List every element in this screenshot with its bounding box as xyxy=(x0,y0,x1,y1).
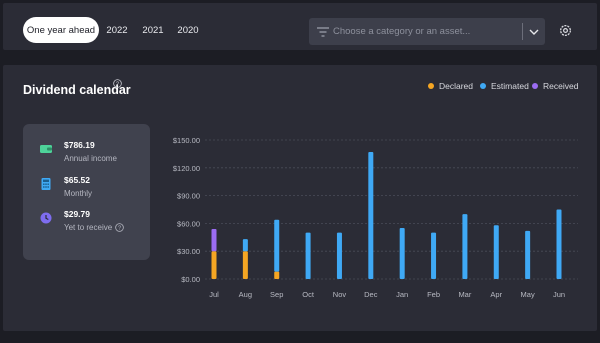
x-tick-label: Apr xyxy=(490,290,502,299)
x-tick-label: May xyxy=(521,290,535,299)
legend-estimated: Estimated xyxy=(480,81,529,91)
stat-monthly: $65.52 Monthly xyxy=(40,175,92,198)
stat-label: Yet to receive ? xyxy=(64,223,124,232)
chevron-down-icon[interactable] xyxy=(523,18,545,45)
bar-estimated-jun[interactable] xyxy=(556,209,562,280)
legend-label: Received xyxy=(543,81,579,91)
dividend-bar-chart: $0.00 $30.00 $60.00 $90.00 $120.00 $150.00 Jul… xyxy=(173,136,578,299)
bar-estimated-oct[interactable] xyxy=(305,232,311,279)
tab-one-year-ahead[interactable]: One year ahead xyxy=(23,17,99,43)
summary-card: $786.19 Annual income $65.52 Monthly $29… xyxy=(23,124,150,260)
bar-estimated-dec[interactable] xyxy=(368,152,374,279)
x-tick-label: Jan xyxy=(396,290,408,299)
x-tick-label: Mar xyxy=(458,290,471,299)
bar-estimated-nov[interactable] xyxy=(336,232,342,279)
stat-label-text: Yet to receive xyxy=(64,223,113,232)
y-tick-label: $0.00 xyxy=(181,275,200,284)
wallet-icon xyxy=(40,145,52,153)
stat-value: $786.19 xyxy=(64,140,95,150)
bar-received-jul[interactable] xyxy=(211,228,217,252)
top-bar: One year ahead 2022 2021 2020 Choose a c… xyxy=(3,3,597,50)
y-tick-label: $60.00 xyxy=(177,219,200,228)
legend-received: Received xyxy=(532,81,578,91)
legend-declared: Declared xyxy=(428,81,473,91)
x-tick-label: Jul xyxy=(209,290,219,299)
clock-icon xyxy=(40,212,52,224)
bar-estimated-jan[interactable] xyxy=(399,228,405,279)
tab-2021[interactable]: 2021 xyxy=(139,17,167,43)
legend-label: Declared xyxy=(439,81,474,91)
x-tick-label: Jun xyxy=(553,290,565,299)
x-tick-label: Aug xyxy=(239,290,252,299)
x-tick-label: Feb xyxy=(427,290,440,299)
bar-declared-sep[interactable] xyxy=(274,271,280,279)
bar-estimated-apr[interactable] xyxy=(493,225,499,279)
bar-estimated-aug[interactable] xyxy=(242,239,248,252)
y-tick-label: $120.00 xyxy=(173,164,200,173)
calculator-icon xyxy=(41,178,51,190)
legend-dot xyxy=(532,83,538,89)
stat-label: Annual income xyxy=(64,154,117,163)
bar-estimated-sep[interactable] xyxy=(274,219,280,272)
stat-yet-to-receive: $29.79 Yet to receive ? xyxy=(40,209,124,232)
category-search[interactable]: Choose a category or an asset... xyxy=(309,18,545,45)
legend-dot xyxy=(428,83,434,89)
x-tick-label: Sep xyxy=(270,290,283,299)
help-icon[interactable]: ? xyxy=(113,79,122,88)
help-icon[interactable]: ? xyxy=(115,223,124,232)
y-tick-label: $150.00 xyxy=(173,136,200,145)
stat-value: $29.79 xyxy=(64,209,90,219)
bar-estimated-mar[interactable] xyxy=(462,214,468,279)
tab-2020[interactable]: 2020 xyxy=(174,17,202,43)
search-placeholder: Choose a category or an asset... xyxy=(333,26,471,37)
bar-estimated-feb[interactable] xyxy=(431,232,437,279)
bar-estimated-may[interactable] xyxy=(525,230,531,279)
filter-icon xyxy=(317,26,329,37)
y-tick-label: $90.00 xyxy=(177,192,200,201)
bar-declared-jul[interactable] xyxy=(211,251,217,279)
x-tick-label: Dec xyxy=(364,290,378,299)
legend-label: Estimated xyxy=(491,81,529,91)
stat-label: Monthly xyxy=(64,189,93,198)
bar-declared-aug[interactable] xyxy=(242,251,248,279)
x-tick-label: Oct xyxy=(302,290,315,299)
x-tick-label: Nov xyxy=(333,290,347,299)
stat-annual-income: $786.19 Annual income xyxy=(40,140,117,163)
tab-2022[interactable]: 2022 xyxy=(103,17,131,43)
stat-value: $65.52 xyxy=(64,175,90,185)
legend-dot xyxy=(480,83,486,89)
y-tick-label: $30.00 xyxy=(177,247,200,256)
gear-icon[interactable] xyxy=(558,23,573,38)
